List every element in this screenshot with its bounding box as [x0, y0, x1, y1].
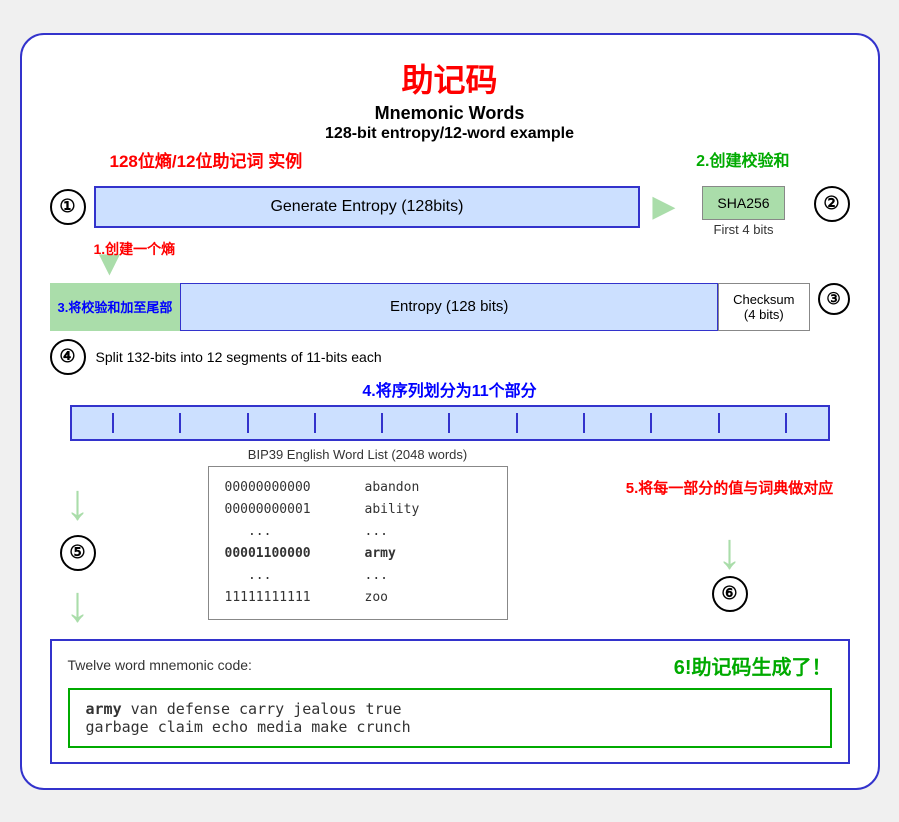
step3-label: 3.将校验和加至尾部 — [50, 283, 181, 331]
list-item: 11111111111 zoo — [225, 587, 491, 609]
mnemonic-words-box: army van defense carry jealous true garb… — [68, 688, 832, 748]
wordlist-title: BIP39 English Word List (2048 words) — [248, 447, 467, 462]
step5-cn: 5.将每一部分的值与词典做对应 — [626, 477, 834, 498]
circle-2: ② — [814, 186, 850, 222]
list-item: ... ... — [225, 521, 491, 543]
generate-entropy-box: Generate Entropy (128bits) — [94, 186, 641, 228]
arrow-right-1: ▶ — [652, 189, 675, 224]
circle-6: ⑥ — [712, 576, 748, 612]
first4-label: First 4 bits — [714, 222, 774, 237]
circle-5: ⑤ — [60, 535, 96, 571]
subtitle-en: 128-bit entropy/12-word example — [50, 125, 850, 143]
step1-label: 1.创建一个熵 — [94, 239, 176, 259]
step4-cn: 4.将序列划分为11个部分 — [50, 377, 850, 401]
big-down-arrow-4: ↓ — [717, 526, 742, 576]
entropy128-box: Entropy (128 bits) — [180, 283, 718, 331]
bold-word: army — [86, 700, 122, 718]
twelve-word-label: Twelve word mnemonic code: — [68, 657, 252, 673]
list-item-highlighted: 00001100000 army — [225, 543, 491, 565]
checksum-box: Checksum(4 bits) — [718, 283, 809, 331]
circle-1: ① — [50, 189, 86, 225]
main-container: 助记码 Mnemonic Words 128-bit entropy/12-wo… — [20, 33, 880, 790]
circle-3: ③ — [818, 283, 850, 315]
list-item: ... ... — [225, 565, 491, 587]
circle-4: ④ — [50, 339, 86, 375]
big-down-arrow-2: ↓ — [65, 477, 90, 527]
bits-bar — [70, 405, 830, 441]
wordlist-box: 00000000000 abandon 00000000001 ability … — [208, 466, 508, 621]
title-cn: 助记码 — [50, 55, 850, 101]
section6-container: Twelve word mnemonic code: 6!助记码生成了！ arm… — [50, 639, 850, 764]
big-down-arrow-3: ↓ — [65, 579, 90, 629]
step4-en: Split 132-bits into 12 segments of 11-bi… — [96, 349, 382, 365]
sha256-box: SHA256 — [702, 186, 784, 220]
step6-cn: 6!助记码生成了！ — [674, 651, 832, 680]
list-item: 00000000000 abandon — [225, 477, 491, 499]
subtitle-cn-left: 128位熵/12位助记词 实例 — [110, 147, 303, 172]
title-en: Mnemonic Words — [50, 103, 850, 124]
list-item: 00000000001 ability — [225, 499, 491, 521]
subtitle-cn-right: 2.创建校验和 — [696, 147, 789, 171]
